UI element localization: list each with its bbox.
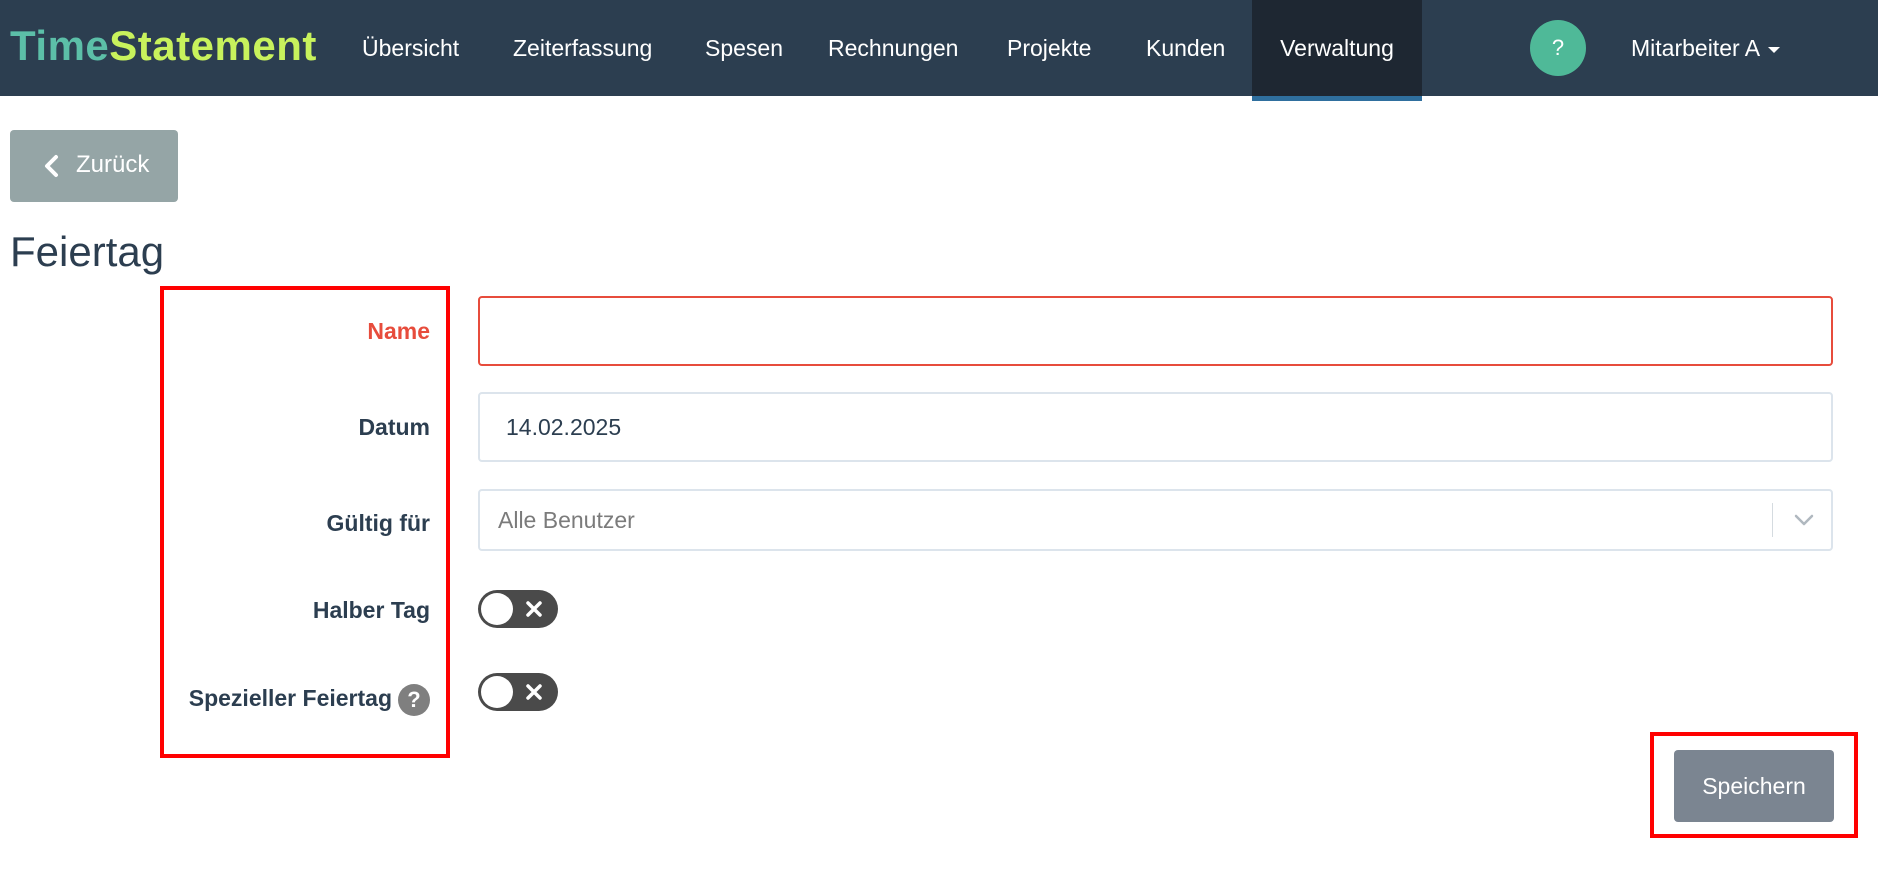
valid-for-select[interactable]: Alle Benutzer: [478, 489, 1833, 551]
close-icon: [526, 601, 542, 617]
user-menu[interactable]: Mitarbeiter A: [1631, 0, 1781, 96]
toggle-knob: [481, 593, 513, 625]
half-day-toggle[interactable]: [478, 590, 558, 628]
date-input-value: 14.02.2025: [506, 414, 622, 440]
nav-item-projekte[interactable]: Projekte: [1007, 0, 1091, 96]
nav-item-rechnungen[interactable]: Rechnungen: [828, 0, 958, 96]
nav-item-verwaltung[interactable]: Verwaltung: [1252, 0, 1422, 101]
nav-item-uebersicht[interactable]: Übersicht: [362, 0, 459, 96]
page-title: Feiertag: [10, 228, 165, 275]
chevron-down-icon: [1794, 514, 1814, 526]
close-icon: [526, 684, 542, 700]
select-separator: [1772, 503, 1773, 537]
nav-item-kunden[interactable]: Kunden: [1146, 0, 1225, 96]
special-holiday-toggle[interactable]: [478, 673, 558, 711]
nav-item-spesen[interactable]: Spesen: [705, 0, 783, 96]
caret-down-icon: [1768, 46, 1781, 53]
user-menu-label: Mitarbeiter A: [1631, 35, 1761, 61]
back-button-label: Zurück: [76, 151, 150, 178]
chevron-left-icon: [45, 155, 58, 177]
brand-part-statement: Statement: [109, 22, 317, 69]
brand-logo[interactable]: TimeStatement: [10, 22, 317, 70]
date-input[interactable]: 14.02.2025: [478, 392, 1833, 462]
help-button[interactable]: ?: [1530, 20, 1586, 76]
toggle-knob: [481, 676, 513, 708]
name-input[interactable]: [478, 296, 1833, 366]
back-button[interactable]: Zurück: [10, 130, 178, 202]
top-navbar: TimeStatement Übersicht Zeiterfassung Sp…: [0, 0, 1878, 101]
valid-for-selected-value: Alle Benutzer: [498, 507, 635, 533]
nav-item-zeiterfassung[interactable]: Zeiterfassung: [513, 0, 652, 96]
annotation-box-labels: [160, 286, 450, 758]
annotation-box-save: [1650, 732, 1858, 838]
brand-part-time: Time: [10, 22, 110, 69]
